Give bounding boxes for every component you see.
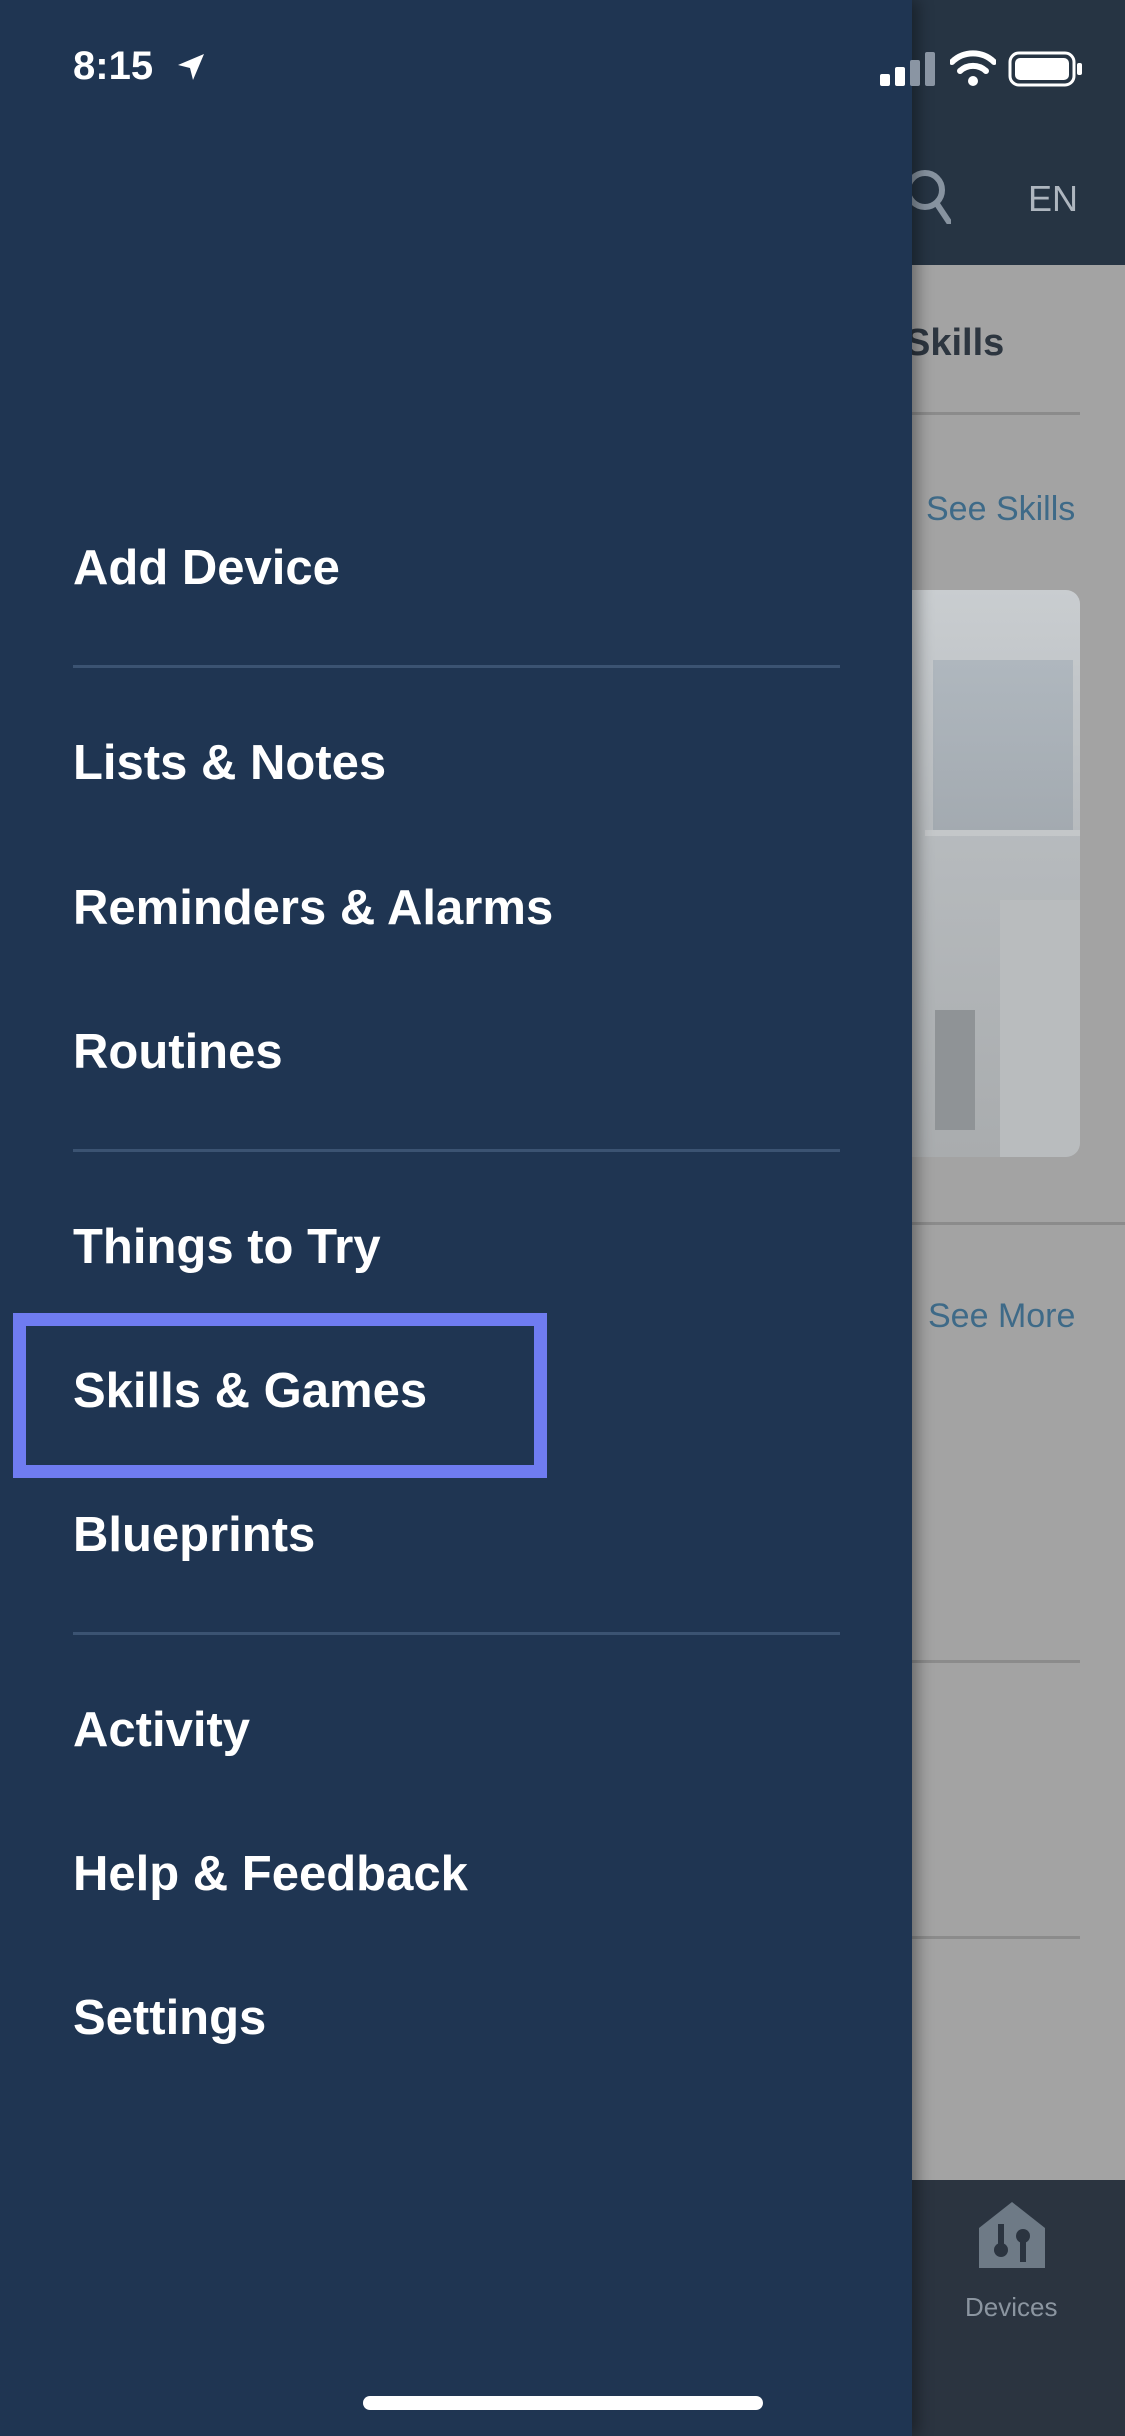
navigation-drawer: 8:15 Add Device Lists & Notes Reminders … [0,0,912,2436]
menu-item-help-feedback[interactable]: Help & Feedback [73,1846,468,1902]
see-more-link[interactable]: See More [928,1297,1075,1336]
devices-home-icon[interactable] [975,2198,1049,2272]
location-arrow-icon [178,54,204,80]
language-toggle[interactable]: EN [1028,178,1078,220]
featured-image-card[interactable] [905,590,1080,1157]
battery-icon [1008,51,1082,87]
divider [912,1222,1125,1225]
section-title-skills: Skills [905,322,1005,364]
wifi-icon [950,50,996,86]
card-image-window [933,660,1073,830]
divider [912,412,1080,415]
menu-item-reminders-alarms[interactable]: Reminders & Alarms [73,880,553,936]
menu-item-blueprints[interactable]: Blueprints [73,1507,315,1563]
card-image-counter [1000,900,1080,1157]
cellular-signal-icon [880,52,935,86]
menu-divider [73,665,840,668]
menu-item-add-device[interactable]: Add Device [73,540,340,596]
menu-item-settings[interactable]: Settings [73,1990,266,2046]
see-skills-link[interactable]: See Skills [926,490,1075,529]
menu-item-skills-games[interactable]: Skills & Games [73,1363,427,1419]
status-time: 8:15 [73,44,154,88]
menu-item-lists-notes[interactable]: Lists & Notes [73,735,386,791]
divider [912,1660,1080,1663]
menu-divider [73,1632,840,1635]
card-image-stool [935,1010,975,1130]
card-image-rail [925,830,1080,836]
menu-item-routines[interactable]: Routines [73,1024,283,1080]
home-indicator[interactable] [363,2396,763,2410]
menu-divider [73,1149,840,1152]
divider [912,1936,1080,1939]
menu-item-activity[interactable]: Activity [73,1702,250,1758]
tab-devices-label[interactable]: Devices [965,2292,1057,2323]
menu-item-things-to-try[interactable]: Things to Try [73,1219,381,1275]
